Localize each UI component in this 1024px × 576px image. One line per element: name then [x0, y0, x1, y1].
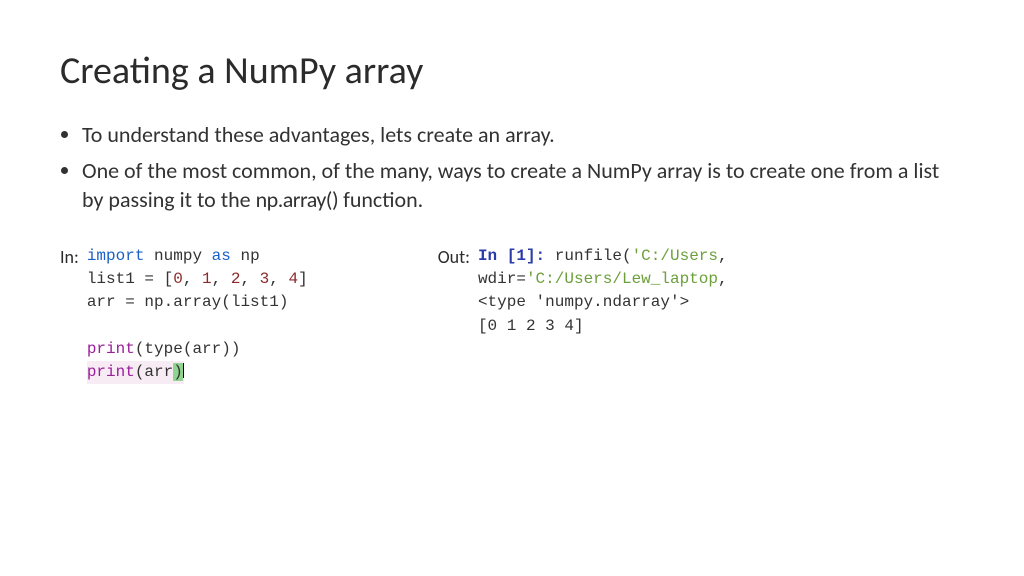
l2a: list1 = [: [87, 270, 173, 288]
l2b: ]: [298, 270, 308, 288]
active-line: print(arr): [87, 361, 184, 384]
in-label: In:: [60, 246, 79, 268]
o2a: wdir=: [478, 270, 526, 288]
n4: 4: [288, 270, 298, 288]
l3: arr = np.array(list1): [87, 293, 289, 311]
code-columns: In: import numpy as np list1 = [0, 1, 2,…: [60, 245, 964, 384]
o1t: ,: [718, 247, 728, 265]
kw-import: import: [87, 247, 145, 265]
bullet-2-text-b: function.: [338, 186, 423, 213]
l6open: (arr: [135, 363, 173, 381]
inline-code-nparray: np.array(): [256, 186, 339, 213]
out-label: Out:: [438, 246, 470, 268]
o1a: runfile(: [545, 247, 631, 265]
n3: 3: [260, 270, 270, 288]
o2s: 'C:/Users/Lew_laptop: [526, 270, 718, 288]
slide: Creating a NumPy array To understand the…: [0, 0, 1024, 384]
o1s: 'C:/Users: [632, 247, 718, 265]
l5rest: (type(arr)): [135, 340, 241, 358]
kw-as: as: [212, 247, 231, 265]
print1: print: [87, 340, 135, 358]
o3: <type 'numpy.ndarray'>: [478, 293, 689, 311]
bullet-list: To understand these advantages, lets cre…: [60, 120, 964, 215]
bullet-2: One of the most common, of the many, way…: [82, 156, 964, 215]
c1: ,: [183, 270, 202, 288]
text-cursor: [183, 363, 184, 378]
input-code: import numpy as np list1 = [0, 1, 2, 3, …: [87, 245, 308, 384]
bullet-2-text-a: One of the most common, of the many, way…: [82, 157, 939, 214]
n0: 0: [173, 270, 183, 288]
c4: ,: [269, 270, 288, 288]
print2: print: [87, 363, 135, 381]
o4: [0 1 2 3 4]: [478, 317, 584, 335]
bullet-1: To understand these advantages, lets cre…: [82, 120, 964, 150]
slide-title: Creating a NumPy array: [60, 48, 964, 94]
output-column: Out: In [1]: runfile('C:/Users, wdir='C:…: [438, 245, 728, 338]
mod-numpy: numpy: [154, 247, 202, 265]
c3: ,: [240, 270, 259, 288]
o2t: ,: [718, 270, 728, 288]
input-column: In: import numpy as np list1 = [0, 1, 2,…: [60, 245, 308, 384]
out-prompt: In [1]:: [478, 247, 545, 265]
n1: 1: [202, 270, 212, 288]
c2: ,: [212, 270, 231, 288]
alias-np: np: [240, 247, 259, 265]
paren-close: ): [173, 363, 183, 381]
output-code: In [1]: runfile('C:/Users, wdir='C:/User…: [478, 245, 728, 338]
